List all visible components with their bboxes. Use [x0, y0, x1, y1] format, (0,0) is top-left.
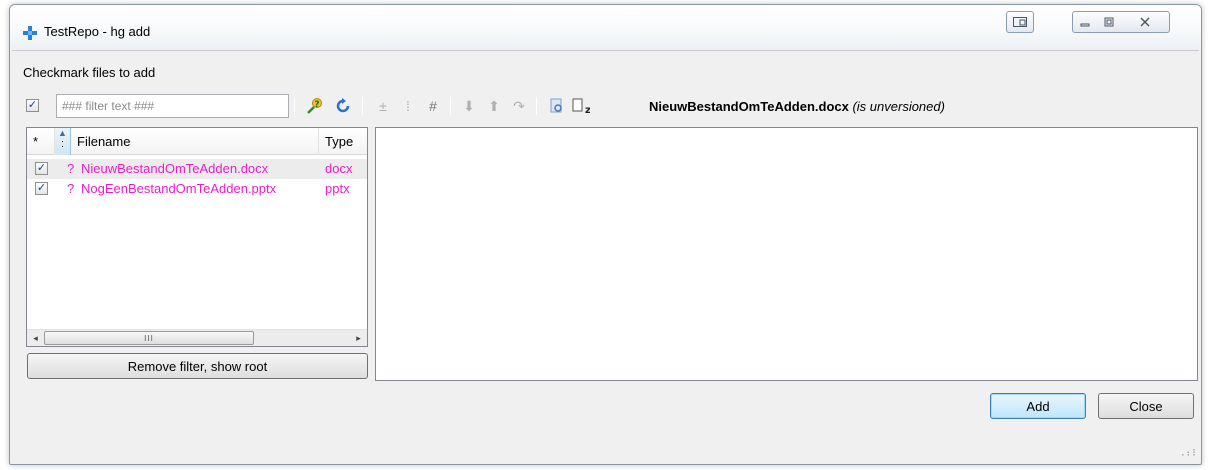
toolbar-separator: [294, 97, 295, 115]
horizontal-scrollbar[interactable]: ◂ III ▸: [27, 329, 367, 346]
row-checkbox[interactable]: ✓: [35, 182, 48, 195]
maximize-button[interactable]: [1097, 11, 1121, 33]
close-icon: [1140, 17, 1149, 27]
plus-minus-icon[interactable]: ±: [372, 95, 394, 117]
table-row[interactable]: ✓ ? NieuwBestandOmTeAdden.docx docx: [27, 159, 367, 179]
table-row[interactable]: ✓ ? NogEenBestandOmTeAdden.pptx pptx: [27, 179, 367, 199]
minimize-icon: [1080, 23, 1090, 27]
settings-wand-icon[interactable]: ?: [304, 95, 326, 117]
remove-filter-button[interactable]: Remove filter, show root: [27, 353, 368, 379]
window-title: TestRepo - hg add: [44, 24, 151, 39]
row-checkbox[interactable]: ✓: [35, 162, 48, 175]
file-z-icon[interactable]: z: [570, 95, 592, 117]
minimize-button[interactable]: [1072, 11, 1098, 33]
title-bar: TestRepo - hg add: [10, 5, 1201, 47]
toolbar-separator: [536, 97, 537, 115]
hash-icon[interactable]: #: [422, 95, 444, 117]
row-status: ?: [67, 161, 75, 176]
filter-input[interactable]: [56, 94, 289, 118]
svg-text:?: ?: [314, 100, 319, 110]
filter-checkbox[interactable]: ✓: [26, 99, 39, 112]
scroll-right-icon[interactable]: ▸: [350, 330, 367, 346]
column-header-type[interactable]: Type: [319, 128, 367, 155]
dialog-body: Checkmark files to add ✓ ? ± ⁞ # ⬇ ⬆ ↷: [12, 50, 1199, 462]
toolbar-separator: [450, 97, 451, 115]
app-plus-icon: [23, 26, 37, 40]
move-up-icon[interactable]: ⁞: [397, 95, 419, 117]
current-file-name: NieuwBestandOmTeAdden.docx: [649, 99, 849, 114]
close-window-button[interactable]: [1120, 11, 1170, 33]
column-header-filename[interactable]: Filename: [71, 128, 319, 155]
diff-preview-pane[interactable]: [375, 127, 1198, 381]
scroll-left-icon[interactable]: ◂: [27, 330, 44, 346]
arrow-down-icon[interactable]: ⬇: [458, 95, 480, 117]
column-header-status[interactable]: ▲ :: [55, 128, 71, 155]
column-header-star[interactable]: *: [27, 128, 55, 155]
current-file-label: NieuwBestandOmTeAdden.docx (is unversion…: [649, 99, 945, 114]
refresh-icon[interactable]: [332, 95, 354, 117]
svg-text:z: z: [585, 105, 590, 114]
file-list-header: * ▲ : Filename Type: [27, 128, 367, 155]
row-type: pptx: [325, 181, 350, 196]
scrollbar-thumb[interactable]: III: [44, 331, 254, 345]
redo-icon[interactable]: ↷: [508, 95, 530, 117]
row-type: docx: [325, 161, 353, 176]
dock-icon: [1013, 17, 1027, 27]
current-file-status: (is unversioned): [852, 99, 945, 114]
toolbar-separator: [362, 97, 363, 115]
close-button[interactable]: Close: [1098, 393, 1194, 419]
row-filename: NieuwBestandOmTeAdden.docx: [81, 161, 269, 176]
file-list[interactable]: * ▲ : Filename Type ✓ ? NieuwBestandOmTe…: [26, 127, 368, 347]
add-button[interactable]: Add: [990, 393, 1086, 419]
row-status: ?: [67, 181, 75, 196]
column-status-label: :: [60, 138, 65, 150]
arrow-up-icon[interactable]: ⬆: [483, 95, 505, 117]
hg-add-dialog: TestRepo - hg add Checkmark files to add…: [9, 4, 1202, 465]
maximize-icon: [1104, 17, 1113, 27]
dock-button[interactable]: [1006, 11, 1034, 33]
sort-ascending-icon: ▲: [58, 128, 67, 138]
filter-toolbar: ✓ ? ± ⁞ # ⬇ ⬆ ↷ z: [12, 93, 1199, 119]
row-filename: NogEenBestandOmTeAdden.pptx: [81, 181, 277, 196]
find-icon[interactable]: [546, 95, 568, 117]
instruction-label: Checkmark files to add: [23, 65, 156, 80]
resize-grip-icon[interactable]: ⠠⠰⠸: [1178, 449, 1196, 458]
